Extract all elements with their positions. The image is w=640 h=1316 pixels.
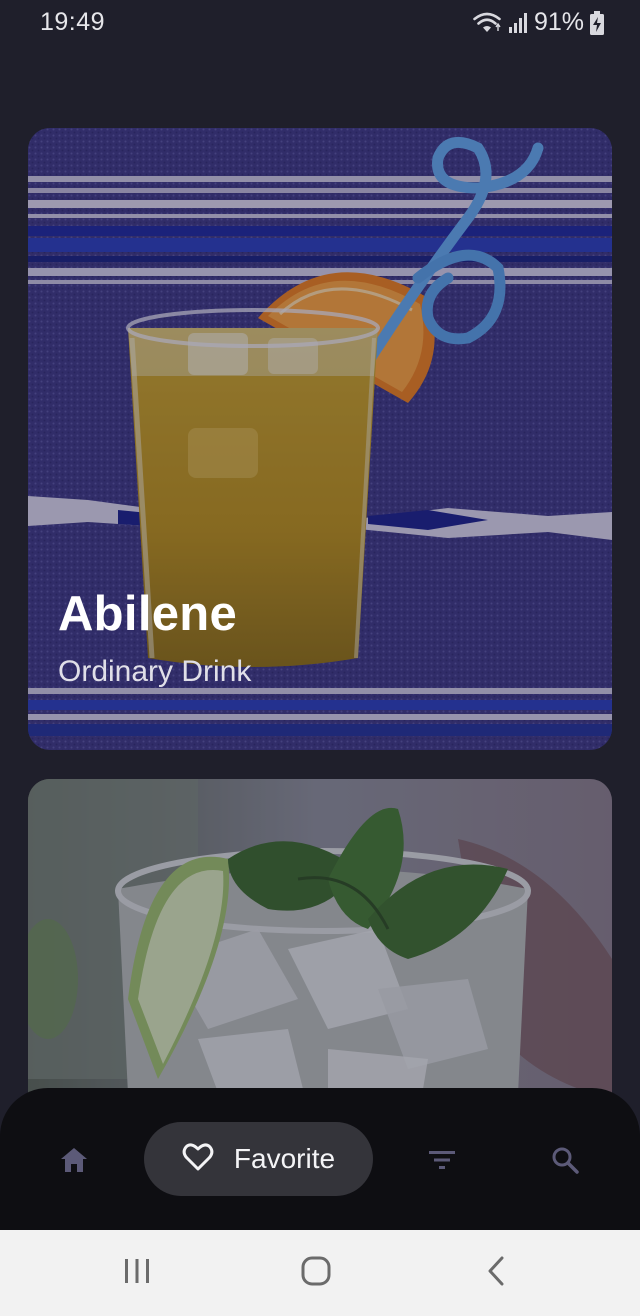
battery-percent: 91% [533,8,584,36]
battery-charging-icon [590,10,604,35]
heart-icon [182,1142,214,1177]
drink-category: Ordinary Drink [58,655,252,688]
back-icon [484,1255,508,1292]
nav-favorite-label: Favorite [233,1143,336,1174]
status-bar: 19:49 91% [0,0,640,48]
drink-title: Abilene [58,587,238,641]
bottom-navigation: Favorite [0,1088,640,1230]
home-button-icon [300,1255,332,1292]
app-screen: 19:49 91% Abilene Ordinary Drink Favorit… [0,0,640,1316]
system-navigation-bar [0,1230,640,1316]
nav-favorite-button[interactable]: Favorite [144,1122,373,1196]
signal-icon [508,12,528,34]
status-icons: 91% [472,8,604,37]
wifi-icon [472,11,502,35]
home-icon [59,1146,89,1179]
nav-filter-button[interactable] [418,1138,466,1186]
system-home-button[interactable] [296,1253,336,1293]
filter-icon [428,1149,456,1176]
status-time: 19:49 [40,8,106,36]
nav-home-button[interactable] [50,1138,98,1186]
search-icon [551,1146,579,1179]
recent-apps-icon [122,1257,152,1290]
recent-apps-button[interactable] [117,1253,157,1293]
system-back-button[interactable] [476,1253,516,1293]
nav-search-button[interactable] [541,1138,589,1186]
